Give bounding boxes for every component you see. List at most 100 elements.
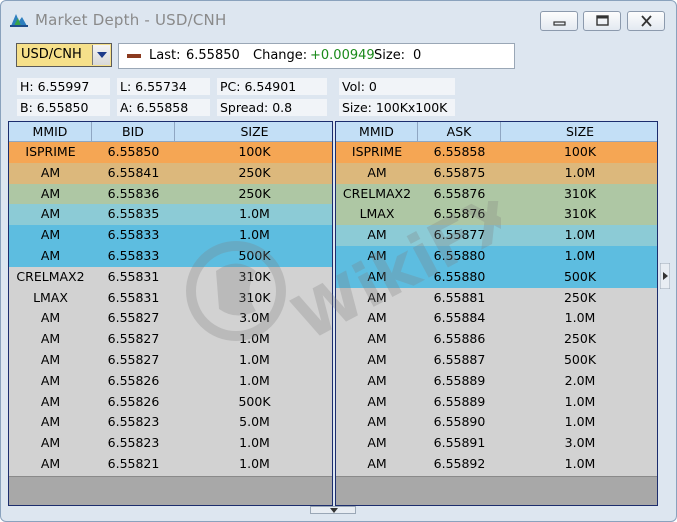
table-row[interactable]: AM 6.55827 1.0M — [9, 329, 332, 350]
mmid-cell: AM — [40, 185, 61, 201]
price-cell: 6.55889 — [433, 393, 486, 409]
price-cell: 6.55823 — [107, 435, 160, 451]
mmid-cell: AM — [367, 352, 387, 367]
table-row[interactable]: AM 6.55841 250K — [9, 162, 332, 184]
table-row[interactable]: AM 6.55881 250K — [336, 288, 657, 309]
table-row[interactable]: AM 6.55826 1.0M — [9, 371, 332, 392]
mmid-cell: AM — [367, 435, 387, 451]
price-cell: 6.55850 — [107, 144, 160, 159]
high-stat: H: 6.55997 — [17, 78, 110, 95]
window-title: Market Depth - USD/CNH — [35, 11, 227, 29]
table-row[interactable]: CRELMAX2 6.55876 310K — [336, 183, 657, 205]
table-row[interactable]: AM 6.55890 1.0M — [336, 412, 657, 433]
ask-stat: A: 6.55858 — [117, 99, 210, 116]
mmid-cell: AM — [40, 248, 61, 263]
table-row[interactable]: AM 6.55836 250K — [9, 183, 332, 205]
table-row[interactable]: AM 6.55833 500K — [9, 246, 332, 267]
table-row[interactable]: AM 6.55891 3.0M — [336, 433, 657, 454]
table-row[interactable]: AM 6.55884 1.0M — [336, 308, 657, 329]
table-row[interactable]: AM 6.55833 1.0M — [9, 225, 332, 246]
table-row[interactable]: LMAX 6.55831 310K — [9, 288, 332, 309]
table-row[interactable]: AM 6.55875 1.0M — [336, 162, 657, 184]
size-cell: 250K — [238, 164, 271, 180]
size-cell: 100K — [238, 144, 271, 159]
price-cell: 6.55890 — [433, 414, 486, 430]
column-header-mmid[interactable]: MMID — [336, 122, 418, 141]
ask-depth-table[interactable]: MMID ASK SIZE ISPRIME 6.55858 100K AM 6.5587… — [335, 121, 658, 506]
change-value: +0.00949 — [310, 48, 375, 63]
dropdown-arrow-icon — [97, 52, 107, 58]
table-row[interactable]: ISPRIME 6.55858 100K — [336, 142, 657, 163]
mmid-cell: AM — [40, 393, 61, 409]
table-row[interactable]: AM 6.55827 3.0M — [9, 308, 332, 329]
mmid-cell: AM — [40, 310, 61, 326]
panel-resize-handle[interactable] — [310, 506, 356, 514]
table-row[interactable]: AM 6.55823 1.0M — [9, 433, 332, 454]
table-row[interactable]: AM 6.55826 500K — [9, 392, 332, 413]
symbol-select[interactable]: USD/CNH — [16, 43, 112, 67]
table-row[interactable]: AM 6.55880 500K — [336, 266, 657, 288]
column-header-mmid[interactable]: MMID — [9, 122, 92, 141]
close-button[interactable] — [627, 11, 665, 31]
mmid-cell: AM — [40, 331, 61, 347]
size-cell: 1.0M — [564, 393, 596, 409]
mmid-cell: ISPRIME — [25, 144, 76, 159]
table-row[interactable]: AM 6.55892 1.0M — [336, 454, 657, 475]
mmid-cell: AM — [367, 372, 387, 388]
size-cell: 3.0M — [239, 310, 270, 326]
table-row[interactable]: ISPRIME 6.55850 100K — [9, 142, 332, 163]
size-cell: 500K — [563, 352, 597, 367]
table-row[interactable]: AM 6.55835 1.0M — [9, 204, 332, 226]
table-row[interactable]: AM 6.55821 1.0M — [9, 454, 332, 475]
expand-panel-handle[interactable] — [660, 263, 670, 289]
table-row[interactable]: AM 6.55823 5.0M — [9, 412, 332, 433]
size-cell: 250K — [563, 289, 597, 305]
size-cell: 2.0M — [564, 372, 596, 388]
price-cell: 6.55858 — [433, 144, 486, 159]
price-cell: 6.55827 — [107, 352, 160, 367]
symbol-value: USD/CNH — [21, 47, 82, 62]
table-row[interactable]: AM 6.55886 250K — [336, 329, 657, 350]
size-cell: 310K — [563, 185, 597, 201]
column-header-bid[interactable]: BID — [92, 122, 175, 141]
price-cell: 6.55880 — [433, 268, 486, 284]
chevron-down-icon — [330, 508, 338, 513]
title-bar[interactable]: Market Depth - USD/CNH — [1, 1, 676, 37]
table-row[interactable]: AM 6.55827 1.0M — [9, 350, 332, 371]
close-icon — [641, 15, 652, 27]
mmid-cell: AM — [367, 414, 387, 430]
mmid-cell: AM — [40, 352, 61, 367]
size-cell: 1.0M — [239, 227, 270, 243]
column-header-size[interactable]: SIZE — [175, 122, 332, 141]
table-row[interactable]: CRELMAX2 6.55831 310K — [9, 267, 332, 288]
table-row[interactable]: AM 6.55877 1.0M — [336, 225, 657, 246]
maximize-button[interactable] — [583, 11, 621, 31]
table-row[interactable]: AM 6.55887 500K — [336, 350, 657, 371]
mmid-cell: AM — [40, 164, 61, 180]
size-cell: 1.0M — [239, 435, 270, 451]
size-cell: 1.0M — [564, 227, 596, 243]
bid-table-footer — [9, 476, 332, 505]
price-cell: 6.55884 — [433, 310, 486, 326]
quote-bar: Last: 6.55850 Change: +0.00949 Size: 0 — [118, 43, 515, 69]
minimize-button[interactable] — [540, 11, 578, 31]
minimize-icon — [553, 21, 566, 26]
table-row[interactable]: AM 6.55889 2.0M — [336, 371, 657, 392]
column-header-size[interactable]: SIZE — [501, 122, 657, 141]
mmid-cell: AM — [367, 268, 387, 284]
table-row[interactable]: LMAX 6.55876 310K — [336, 204, 657, 226]
price-cell: 6.55833 — [107, 248, 160, 263]
symbol-dropdown-button[interactable] — [92, 45, 110, 65]
column-header-ask[interactable]: ASK — [418, 122, 501, 141]
mmid-cell: AM — [367, 248, 387, 263]
bid-depth-table[interactable]: MMID BID SIZE ISPRIME 6.55850 100K AM 6.5584… — [8, 121, 333, 506]
mmid-cell: LMAX — [33, 289, 68, 305]
mmid-cell: AM — [367, 164, 387, 180]
price-cell: 6.55891 — [433, 435, 486, 451]
size-cell: 310K — [563, 206, 597, 222]
mmid-cell: AM — [367, 289, 387, 305]
mmid-cell: AM — [367, 310, 387, 326]
table-row[interactable]: AM 6.55889 1.0M — [336, 392, 657, 413]
size-cell: 3.0M — [564, 435, 596, 451]
table-row[interactable]: AM 6.55880 1.0M — [336, 246, 657, 267]
